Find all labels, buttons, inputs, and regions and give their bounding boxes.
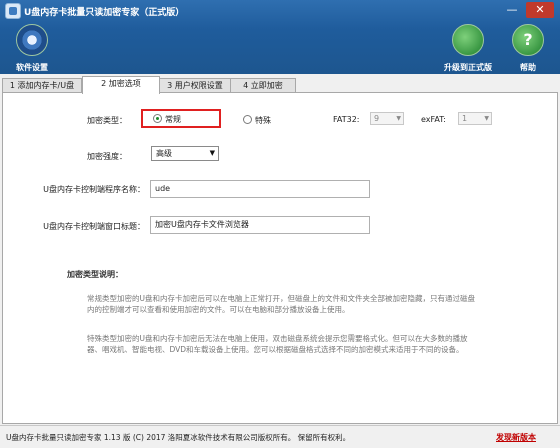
fat32-select[interactable]: 9 ▼: [370, 112, 404, 125]
description-normal: 常规类型加密的U盘和内存卡加密后可以在电脑上正常打开，但磁盘上的文件和文件夹全部…: [87, 294, 475, 314]
program-name-input[interactable]: ude: [150, 180, 370, 198]
help-button[interactable]: ? 帮助: [496, 24, 560, 72]
radio-special[interactable]: [243, 115, 252, 124]
window-title: U盘内存卡批量只读加密专家（正式版）: [24, 8, 185, 18]
encrypt-strength-label: 加密强度：: [87, 152, 127, 161]
settings-button[interactable]: 软件设置: [0, 24, 64, 72]
encrypt-strength-value: 高级: [156, 149, 172, 158]
description-special: 特殊类型加密的U盘和内存卡加密后无法在电脑上使用，双击磁盘系统会提示您需要格式化…: [87, 334, 468, 354]
tab-encrypt-options[interactable]: 2 加密选项: [82, 76, 160, 94]
window-title-input[interactable]: 加密U盘内存卡文件浏览器: [150, 216, 370, 234]
gear-icon: [16, 24, 48, 56]
chevron-down-icon: ▼: [396, 115, 401, 122]
radio-normal-label[interactable]: 常规: [165, 114, 181, 125]
app-icon: [5, 3, 21, 19]
title-bar: U盘内存卡批量只读加密专家（正式版） — ✕: [0, 0, 560, 22]
help-icon: ?: [512, 24, 544, 56]
chevron-down-icon: ▼: [209, 149, 215, 157]
encrypt-type-label: 加密类型：: [87, 116, 127, 125]
fat32-value: 9: [374, 114, 380, 123]
radio-normal[interactable]: [153, 114, 162, 123]
exfat-select[interactable]: 1 ▼: [458, 112, 492, 125]
encrypt-strength-select[interactable]: 高级 ▼: [151, 146, 219, 161]
tab-user-permissions[interactable]: 3 用户权限设置: [158, 78, 232, 93]
exfat-label: exFAT:: [421, 115, 446, 124]
new-version-link[interactable]: 发现新版本: [496, 432, 536, 443]
tab-add-card[interactable]: 1 添加内存卡/U盘: [2, 78, 82, 93]
description-heading: 加密类型说明：: [67, 270, 123, 279]
tab-bar: 1 添加内存卡/U盘 2 加密选项 3 用户权限设置 4 立即加密: [0, 76, 560, 94]
exfat-value: 1: [462, 114, 468, 123]
close-button[interactable]: ✕: [526, 2, 554, 18]
tab-encrypt-now[interactable]: 4 立即加密: [230, 78, 296, 93]
app-header: U盘内存卡批量只读加密专家（正式版） — ✕ 软件设置 升级到正式版 ? 帮助: [0, 0, 560, 74]
cart-icon: [452, 24, 484, 56]
window-title-label: U盘内存卡控制端窗口标题：: [43, 222, 145, 231]
settings-label: 软件设置: [16, 63, 48, 72]
help-label: 帮助: [520, 63, 536, 72]
fat32-label: FAT32:: [333, 115, 360, 124]
program-name-label: U盘内存卡控制端程序名称：: [43, 185, 145, 194]
upgrade-button[interactable]: 升级到正式版: [436, 24, 500, 72]
status-bar: U盘内存卡批量只读加密专家 1.13 版 (C) 2017 洛阳夏冰软件技术有限…: [0, 425, 560, 448]
upgrade-label: 升级到正式版: [444, 63, 492, 72]
encrypt-options-panel: 加密类型： 常规 特殊 FAT32: 9 ▼ exFAT: 1 ▼ 加密强度： …: [2, 92, 558, 424]
chevron-down-icon: ▼: [484, 115, 489, 122]
radio-special-label[interactable]: 特殊: [255, 115, 271, 126]
minimize-button[interactable]: —: [500, 2, 524, 18]
copyright-text: U盘内存卡批量只读加密专家 1.13 版 (C) 2017 洛阳夏冰软件技术有限…: [6, 433, 351, 442]
